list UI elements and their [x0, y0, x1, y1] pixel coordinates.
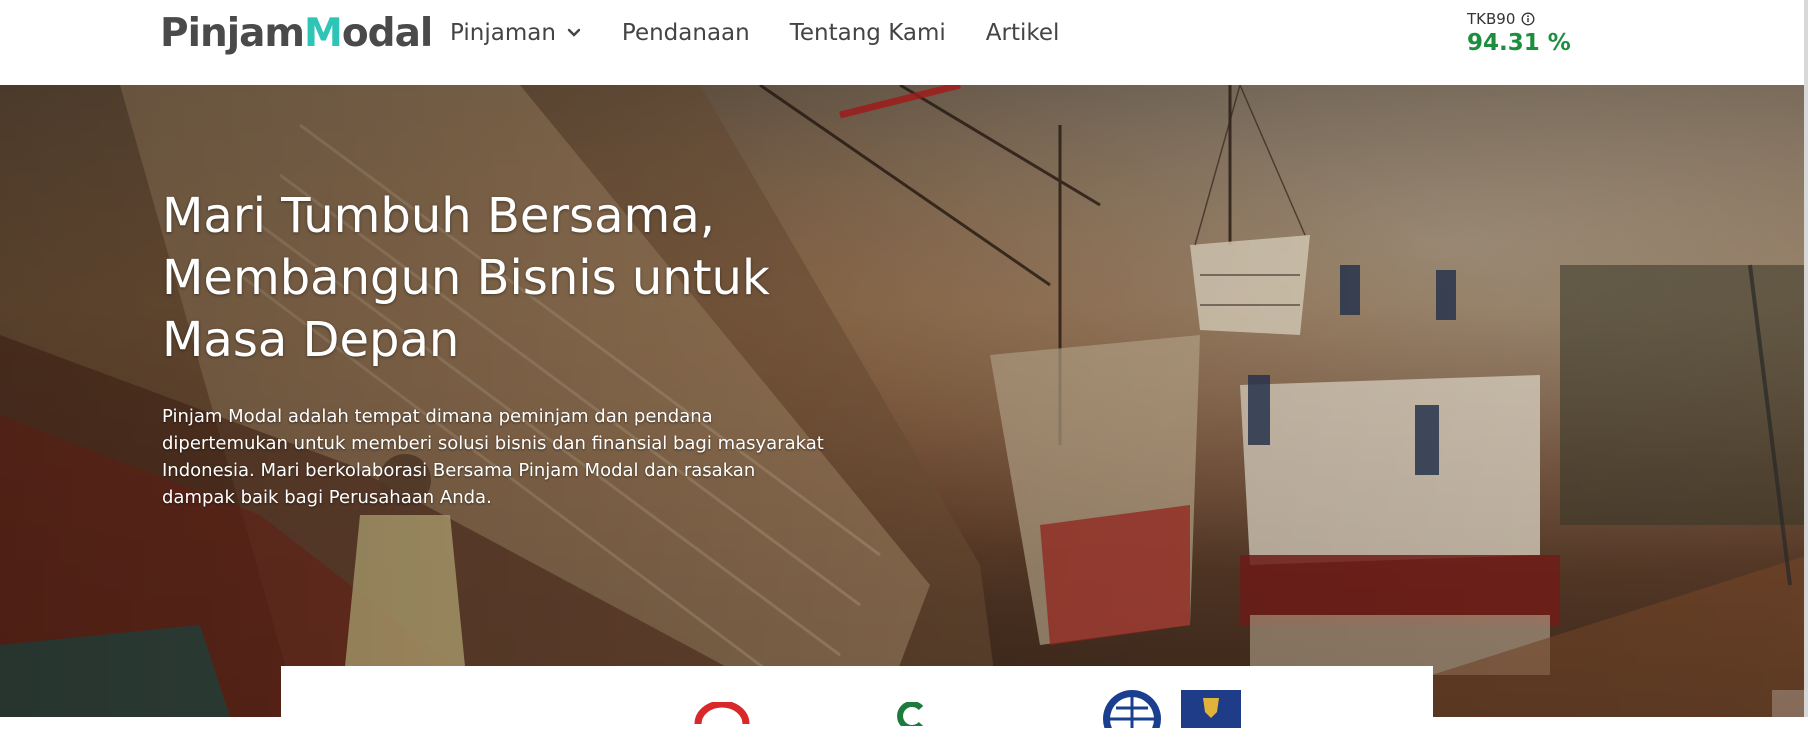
nav-item-label: Pinjaman	[450, 20, 556, 46]
hero-description: Pinjam Modal adalah tempat dimana peminj…	[162, 406, 824, 508]
brand-logo[interactable]: PinjamModal	[160, 6, 433, 60]
tkb-label-row: TKB90	[1467, 10, 1571, 28]
red-arc-logo	[694, 700, 750, 730]
iso-27001-logo	[1101, 688, 1163, 732]
nav-item-artikel[interactable]: Artikel	[986, 20, 1060, 46]
nav-item-label: Pendanaan	[621, 20, 750, 46]
logo-wordmark: PinjamModal	[160, 10, 433, 56]
info-icon[interactable]	[1521, 12, 1535, 26]
site-header: PinjamModal Pinjaman Pendanaan Tentang K…	[0, 0, 1808, 85]
crest-logo	[1181, 690, 1241, 732]
tkb-value: 94.31 %	[1467, 30, 1571, 56]
hero-banner: Mari Tumbuh Bersama, Membangun Bisnis un…	[0, 85, 1808, 717]
main-nav: Pinjaman Pendanaan Tentang Kami Artikel	[450, 16, 1099, 50]
nav-item-tentang-kami[interactable]: Tentang Kami	[790, 20, 946, 46]
chevron-down-icon[interactable]	[566, 25, 582, 41]
nav-item-pinjaman[interactable]: Pinjaman	[450, 20, 582, 46]
hero-title: Mari Tumbuh Bersama, Membangun Bisnis un…	[162, 188, 770, 368]
nav-item-label: Artikel	[985, 20, 1060, 46]
green-logo	[895, 701, 925, 731]
page-scrollbar[interactable]	[1804, 0, 1808, 717]
nav-item-label: Tentang Kami	[789, 20, 946, 46]
scroll-arrow-button[interactable]	[1772, 690, 1808, 717]
hero-overlay	[0, 85, 1808, 717]
partner-logos-card	[281, 666, 1433, 732]
tkb-indicator: TKB90 94.31 %	[1467, 10, 1571, 56]
nav-item-pendanaan[interactable]: Pendanaan	[622, 20, 750, 46]
tkb-label: TKB90	[1467, 10, 1516, 28]
